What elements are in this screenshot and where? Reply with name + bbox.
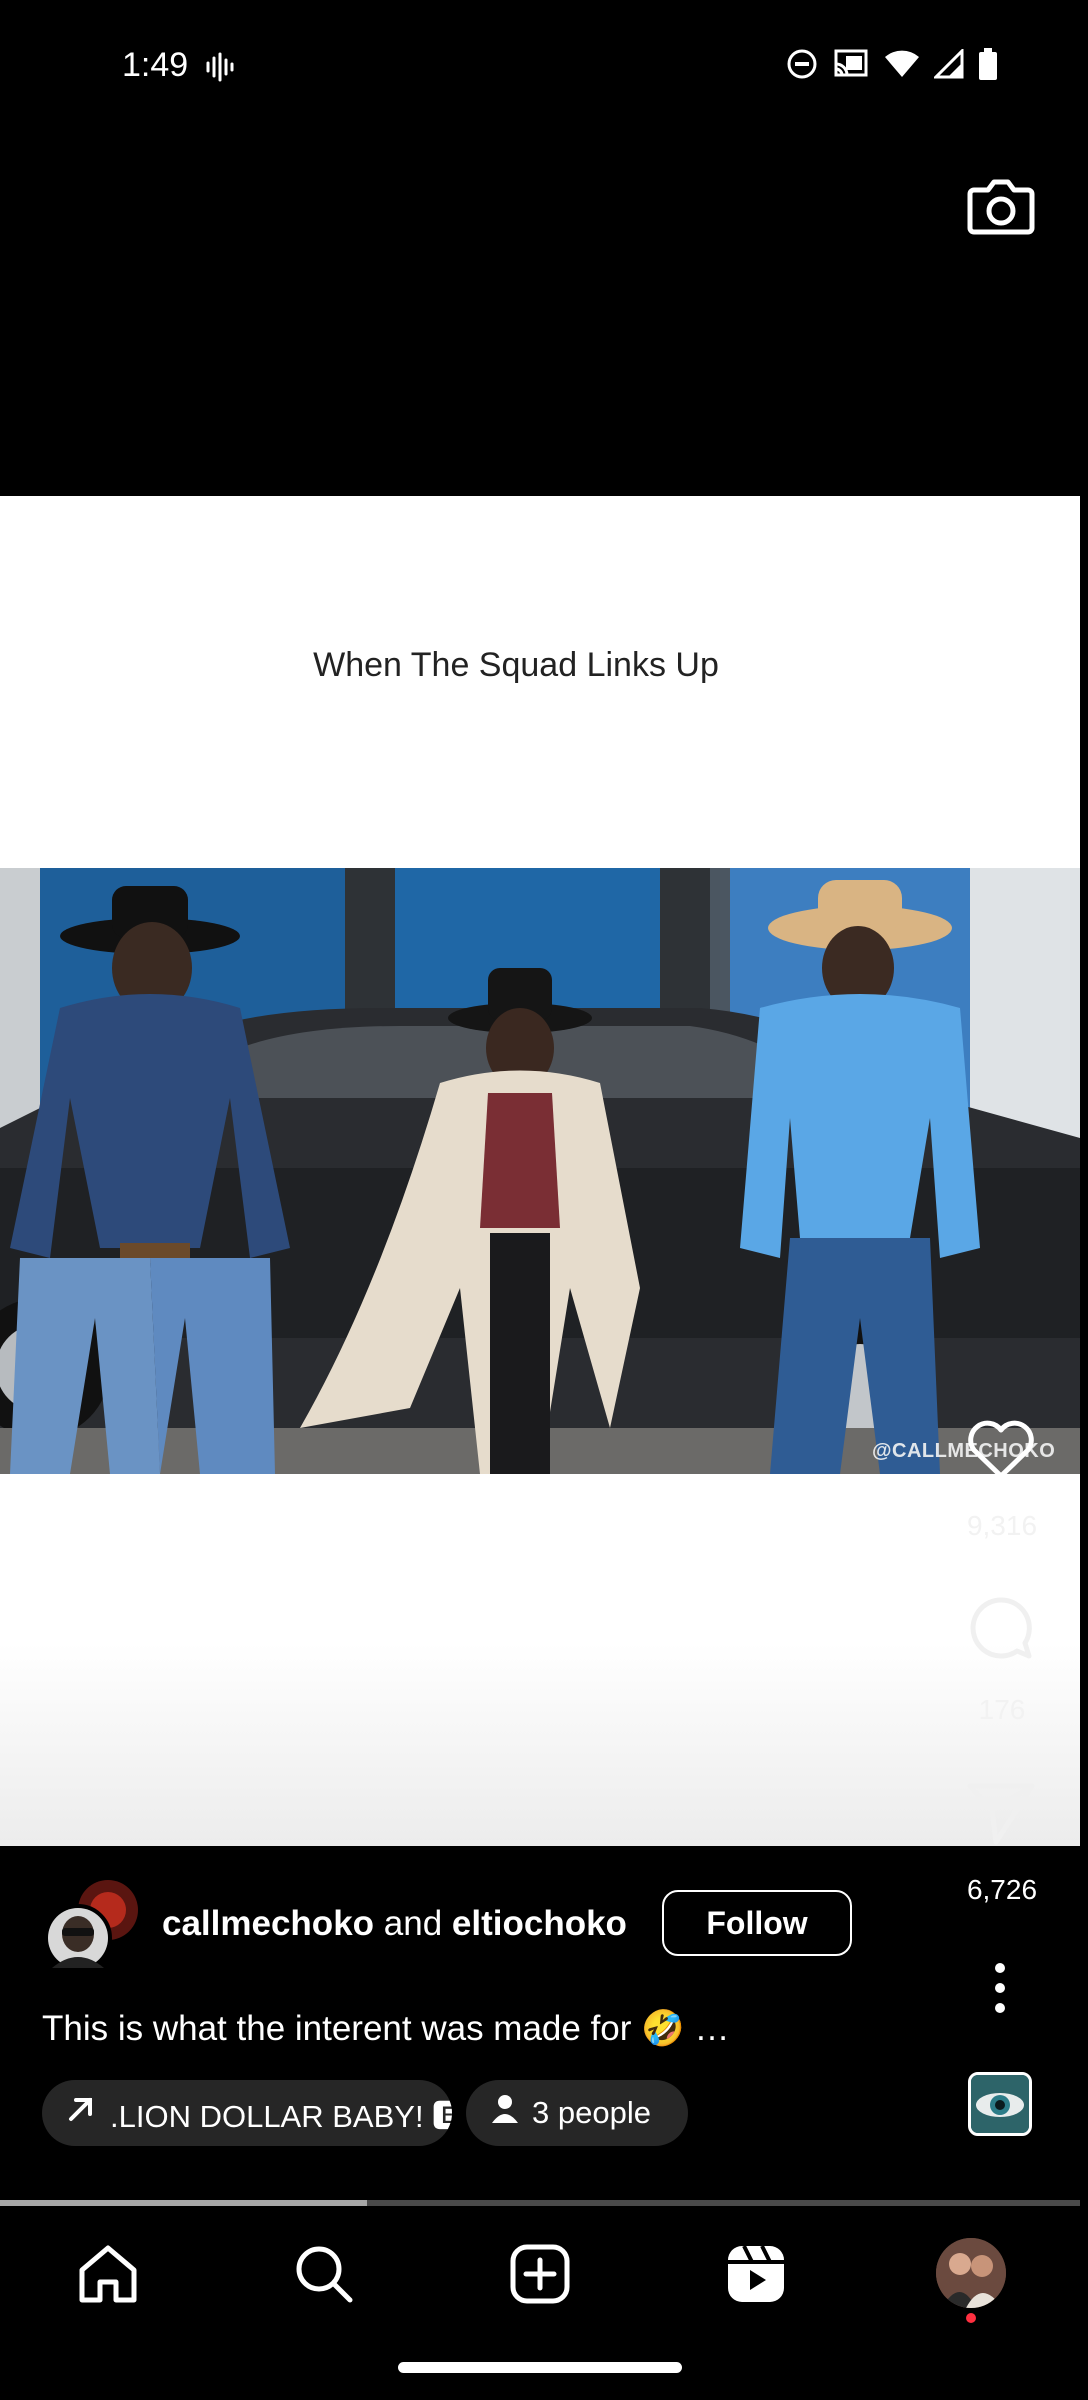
- comment-count: 176: [978, 1694, 1026, 1725]
- audio-chip[interactable]: .LION DOLLAR BABY! 🅴: [42, 2080, 452, 2146]
- video-overlay-caption: When The Squad Links Up: [313, 646, 719, 684]
- sound-wave-icon: [204, 52, 234, 82]
- home-icon: [76, 2242, 140, 2311]
- author-avatars[interactable]: [44, 1880, 140, 1972]
- nav-home[interactable]: [68, 2236, 148, 2316]
- nav-search[interactable]: [284, 2236, 364, 2316]
- comment-bubble-icon[interactable]: [962, 1590, 1040, 1668]
- author-2-name[interactable]: eltiochoko: [452, 1904, 627, 1943]
- search-icon: [292, 2242, 356, 2311]
- like-heart-icon[interactable]: [962, 1410, 1040, 1488]
- camera-icon[interactable]: [964, 168, 1038, 242]
- like-count: 9,316: [966, 1510, 1038, 1541]
- playback-progress-fill: [0, 2200, 368, 2206]
- tagged-people-chip[interactable]: 3 people: [466, 2080, 688, 2146]
- status-time: 1:49: [122, 46, 189, 84]
- audio-thumbnail[interactable]: [968, 2072, 1032, 2136]
- signal-icon: [934, 49, 964, 79]
- create-icon: [508, 2242, 572, 2311]
- author-names[interactable]: callmechoko and eltiochoko: [162, 1904, 627, 1944]
- do-not-disturb-icon: [786, 48, 818, 80]
- notification-dot: [966, 2313, 976, 2323]
- cast-icon: [832, 48, 870, 80]
- audio-chip-label: .LION DOLLAR BABY! 🅴: [110, 2098, 452, 2134]
- author-1-name[interactable]: callmechoko: [162, 1904, 374, 1943]
- nav-profile-avatar[interactable]: [936, 2238, 1006, 2308]
- arrow-up-right-icon: [64, 2092, 98, 2134]
- video-frame: [0, 868, 1080, 1474]
- more-options-icon[interactable]: [980, 1960, 1020, 2016]
- follow-button[interactable]: Follow: [662, 1890, 852, 1956]
- author-joiner: and: [383, 1904, 443, 1943]
- wifi-icon: [884, 49, 920, 79]
- person-icon: [490, 2093, 520, 2133]
- tagged-people-label: 3 people: [532, 2095, 651, 2130]
- status-icons: [786, 48, 998, 80]
- post-caption[interactable]: This is what the interent was made for 🤣…: [42, 2008, 729, 2049]
- share-send-icon[interactable]: [962, 1772, 1040, 1850]
- battery-icon: [978, 48, 998, 80]
- nav-reels[interactable]: [716, 2236, 796, 2316]
- gesture-home-indicator[interactable]: [398, 2362, 682, 2373]
- reels-icon: [724, 2242, 788, 2311]
- share-count: 6,726: [966, 1874, 1038, 1905]
- nav-create[interactable]: [500, 2236, 580, 2316]
